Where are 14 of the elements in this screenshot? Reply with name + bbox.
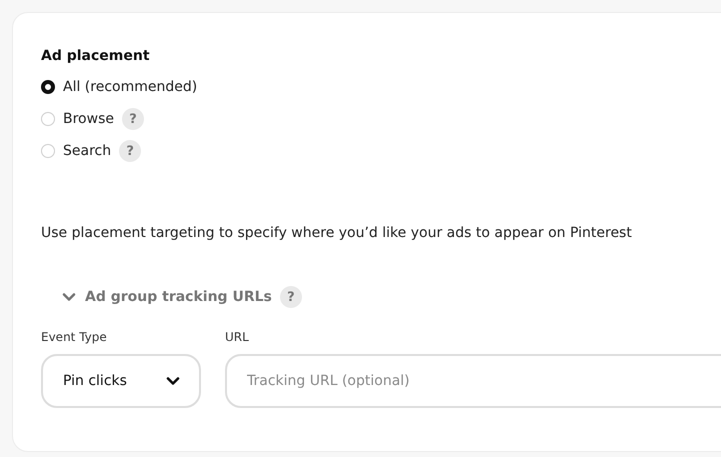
option-label: All (recommended) [63, 79, 198, 95]
help-icon[interactable]: ? [119, 140, 142, 162]
field-label: Event Type [41, 330, 108, 344]
url-field[interactable]: Tracking URL (optional) [225, 354, 721, 408]
help-icon[interactable]: ? [122, 108, 144, 130]
help-icon[interactable]: ? [280, 286, 302, 308]
option-label: Search [63, 143, 112, 159]
section-title: Ad placement [41, 48, 151, 64]
field-label: URL [225, 330, 250, 344]
event-type-dropdown[interactable]: Pin clicks [41, 354, 201, 408]
radio-button[interactable] [41, 80, 55, 94]
description-text: Use placement targeting to specify where you’d like your ads to appear on Pinterest [41, 225, 633, 241]
section-header[interactable]: Ad group tracking URLs [85, 289, 272, 305]
option-label: Browse [63, 111, 114, 127]
